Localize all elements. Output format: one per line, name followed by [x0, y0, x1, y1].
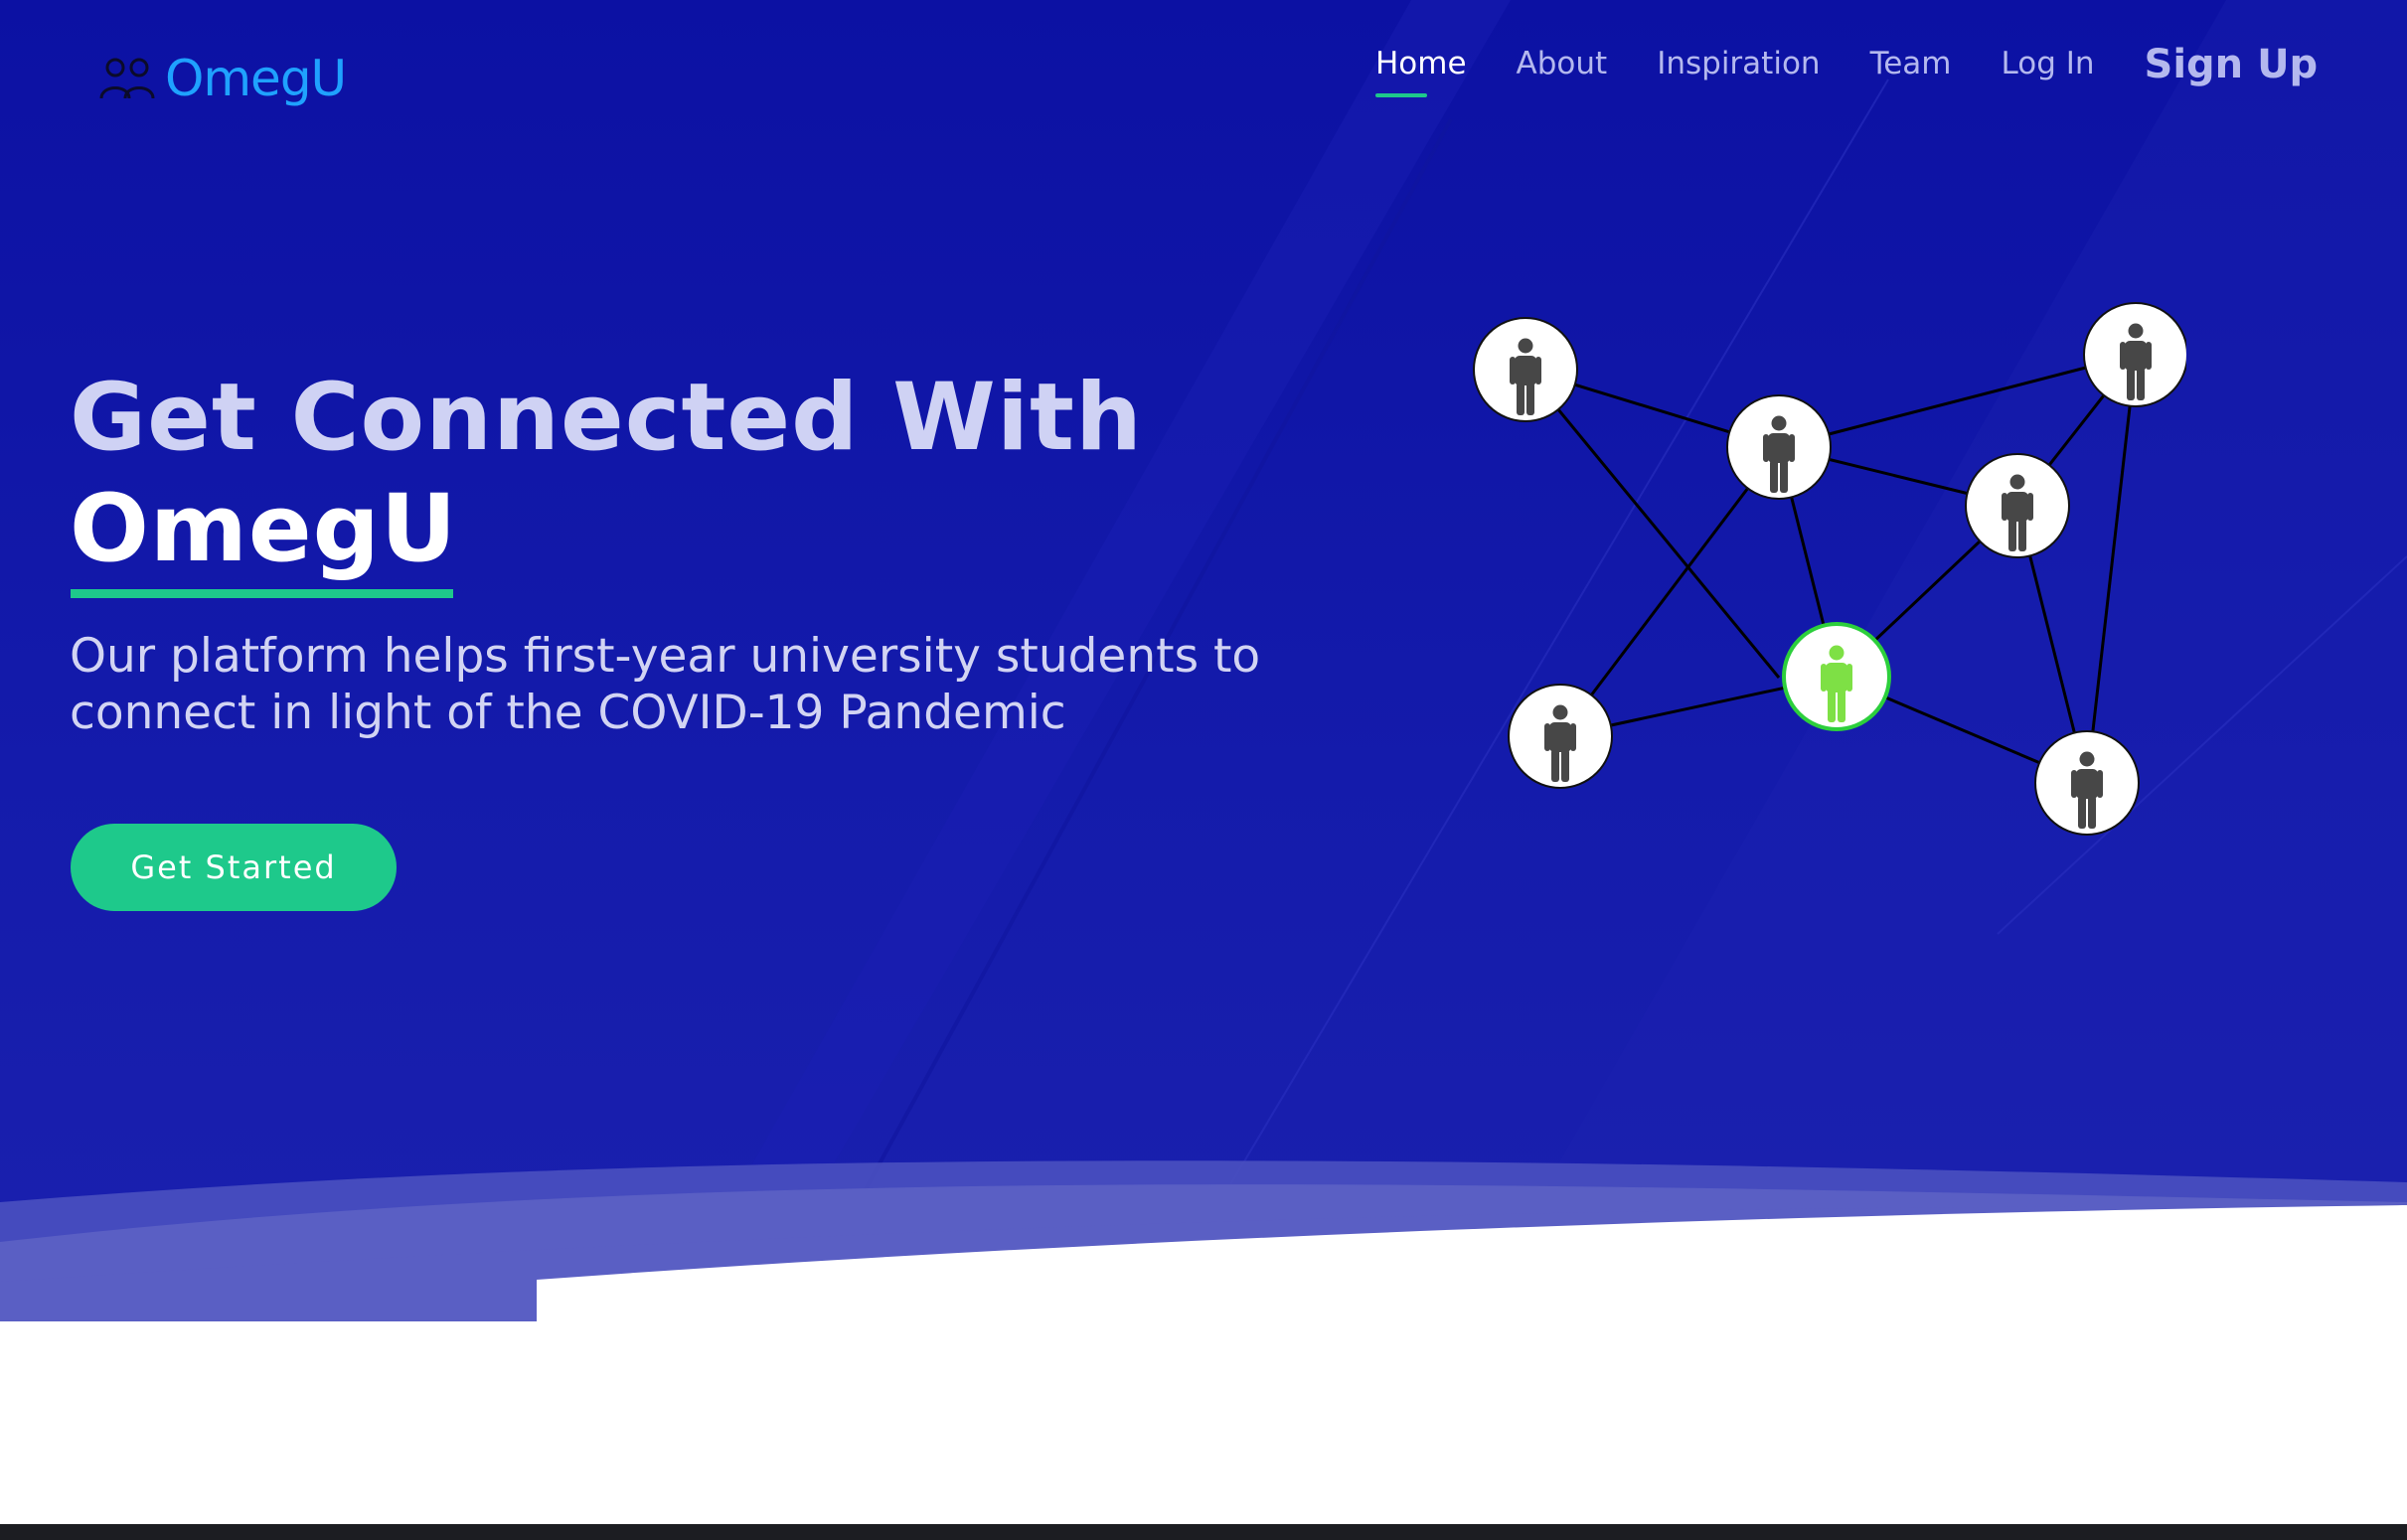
- hero-headline: Get Connected With OmegU: [70, 363, 1143, 585]
- network-node: [2083, 302, 2186, 407]
- network-node: [1965, 453, 2070, 558]
- get-started-button[interactable]: Get Started: [71, 824, 397, 911]
- nav-about[interactable]: About: [1517, 46, 1608, 97]
- users-icon: [99, 58, 155, 99]
- main-nav: Home About Inspiration Team Log In Sign …: [1375, 42, 2318, 97]
- people-network-icon: [1473, 302, 2186, 836]
- nav-inspiration[interactable]: Inspiration: [1657, 46, 1820, 97]
- hero-subtitle: Our platform helps first-year university…: [70, 629, 1261, 740]
- network-node: [1473, 317, 1578, 422]
- landing-page: OmegU Home About Inspiration Team Log In…: [0, 0, 2407, 1540]
- headline-underline: [71, 589, 453, 598]
- signup-button[interactable]: Sign Up: [2145, 42, 2319, 87]
- nav-team[interactable]: Team: [1870, 46, 1952, 97]
- network-node-highlighted: [1782, 622, 1891, 731]
- hero-wave: [0, 1160, 2407, 1321]
- nav-login[interactable]: Log In: [2002, 46, 2095, 97]
- network-node: [1726, 394, 1832, 500]
- headline-brand: OmegU: [70, 475, 458, 583]
- brand-logo[interactable]: OmegU: [97, 50, 347, 107]
- network-node: [2034, 730, 2140, 836]
- brand-name: OmegU: [165, 50, 347, 107]
- nav-home[interactable]: Home: [1375, 46, 1467, 97]
- network-node: [1508, 684, 1613, 789]
- headline-line: Get Connected With: [70, 364, 1143, 472]
- os-taskbar: [0, 1524, 2407, 1540]
